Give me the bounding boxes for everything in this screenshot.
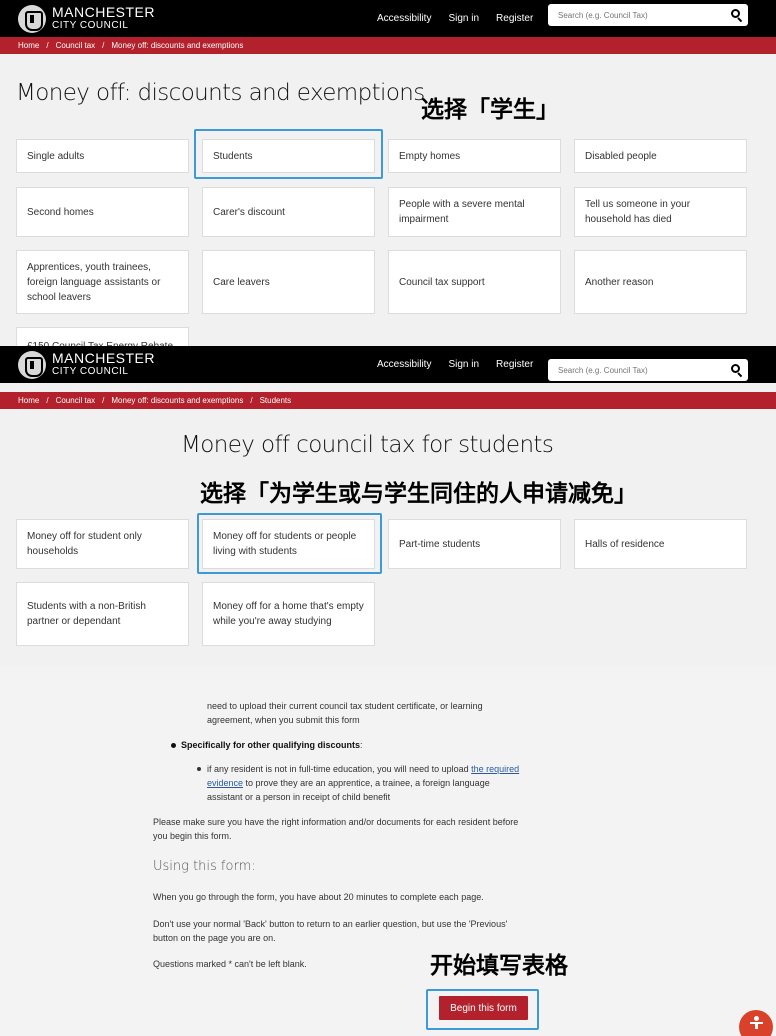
other-discounts-heading: Specifically for other qualifying discou… [181, 740, 361, 750]
logo-line1: MANCHESTER [52, 3, 156, 20]
card-part-time-students[interactable]: Part-time students [388, 519, 561, 569]
nav-accessibility[interactable]: Accessibility [377, 359, 431, 370]
breadcrumb-council-tax[interactable]: Council tax [56, 41, 96, 50]
search-icon[interactable] [730, 363, 744, 378]
header-nav: Accessibility Sign in Register [377, 346, 550, 383]
other-discounts-colon: : [360, 740, 363, 750]
annotation-choose-living-with-students: 选择「为学生或与学生同住的人申请减免」 [200, 481, 637, 507]
accessibility-button[interactable] [739, 1010, 773, 1036]
search-box [548, 359, 748, 381]
search-icon[interactable] [730, 8, 744, 23]
annotation-start-form: 开始填写表格 [430, 953, 568, 979]
nav-accessibility[interactable]: Accessibility [377, 13, 431, 24]
breadcrumb: Home / Council tax / Money off: discount… [0, 392, 776, 409]
search-input[interactable] [548, 359, 723, 381]
card-carers-discount[interactable]: Carer's discount [202, 187, 375, 237]
card-household-died[interactable]: Tell us someone in your household has di… [574, 187, 747, 237]
annotation-choose-students: 选择「学生」 [421, 97, 559, 123]
header-bar: MANCHESTER CITY COUNCIL Accessibility Si… [0, 346, 776, 383]
card-empty-while-studying[interactable]: Money off for a home that's empty while … [202, 582, 375, 646]
nav-sign-in[interactable]: Sign in [448, 13, 479, 24]
header-nav: Accessibility Sign in Register [377, 0, 550, 37]
highlight-living-with-students [197, 513, 382, 574]
required-fields-text: Questions marked * can't be left blank. [153, 959, 307, 969]
breadcrumb: Home / Council tax / Money off: discount… [0, 37, 776, 54]
card-halls-of-residence[interactable]: Halls of residence [574, 519, 747, 569]
header-bar: MANCHESTER CITY COUNCIL Accessibility Si… [0, 0, 776, 37]
nav-register[interactable]: Register [496, 359, 533, 370]
prepare-text: Please make sure you have the right info… [153, 817, 519, 841]
card-single-adults[interactable]: Single adults [16, 139, 189, 173]
logo-line2: CITY COUNCIL [52, 19, 129, 31]
screen-students: MANCHESTER CITY COUNCIL Accessibility Si… [0, 346, 776, 666]
screen-discounts: MANCHESTER CITY COUNCIL Accessibility Si… [0, 0, 776, 346]
search-box [548, 4, 748, 26]
back-button-text: Don't use your normal 'Back' button to r… [153, 919, 508, 943]
screen-form-intro: need to upload their current council tax… [0, 666, 776, 1036]
evidence-post: to prove they are an apprentice, a train… [207, 778, 490, 802]
nav-register[interactable]: Register [496, 13, 533, 24]
card-care-leavers[interactable]: Care leavers [202, 250, 375, 314]
other-discounts-item: Specifically for other qualifying discou… [181, 738, 541, 752]
card-non-british-partner[interactable]: Students with a non-British partner or d… [16, 582, 189, 646]
highlight-students [194, 129, 383, 179]
page-title: Money off council tax for students [181, 432, 554, 458]
breadcrumb-home[interactable]: Home [18, 41, 39, 50]
breadcrumb-council-tax[interactable]: Council tax [56, 396, 96, 405]
council-logo[interactable]: MANCHESTER CITY COUNCIL [18, 346, 155, 383]
breadcrumb-home[interactable]: Home [18, 396, 39, 405]
card-severe-mental-impairment[interactable]: People with a severe mental impairment [388, 187, 561, 237]
card-empty-homes[interactable]: Empty homes [388, 139, 561, 173]
logo-line1: MANCHESTER [52, 349, 156, 366]
crest-icon [18, 4, 46, 33]
card-apprentices[interactable]: Apprentices, youth trainees, foreign lan… [16, 250, 189, 314]
card-another-reason[interactable]: Another reason [574, 250, 747, 314]
nav-sign-in[interactable]: Sign in [448, 359, 479, 370]
search-input[interactable] [548, 4, 723, 26]
evidence-text: if any resident is not in full-time educ… [207, 762, 521, 804]
bullet [171, 743, 176, 748]
card-student-only-households[interactable]: Money off for student only households [16, 519, 189, 569]
sub-bullet [197, 767, 201, 771]
time-limit-text: When you go through the form, you have a… [153, 892, 484, 902]
crest-icon [18, 350, 46, 379]
highlight-begin-button [426, 989, 539, 1030]
card-council-tax-support[interactable]: Council tax support [388, 250, 561, 314]
page-title: Money off: discounts and exemptions [16, 80, 425, 106]
logo-line2: CITY COUNCIL [52, 365, 129, 377]
upload-text: need to upload their current council tax… [207, 701, 483, 725]
using-form-heading: Using this form: [153, 859, 256, 874]
accessibility-icon [750, 1016, 763, 1029]
card-second-homes[interactable]: Second homes [16, 187, 189, 237]
card-disabled-people[interactable]: Disabled people [574, 139, 747, 173]
breadcrumb-students[interactable]: Students [260, 396, 292, 405]
breadcrumb-discounts[interactable]: Money off: discounts and exemptions [111, 396, 243, 405]
card-energy-rebate[interactable]: £150 Council Tax Energy Rebate [16, 327, 189, 346]
breadcrumb-discounts[interactable]: Money off: discounts and exemptions [111, 41, 243, 50]
council-logo[interactable]: MANCHESTER CITY COUNCIL [18, 0, 155, 37]
evidence-pre: if any resident is not in full-time educ… [207, 764, 472, 774]
